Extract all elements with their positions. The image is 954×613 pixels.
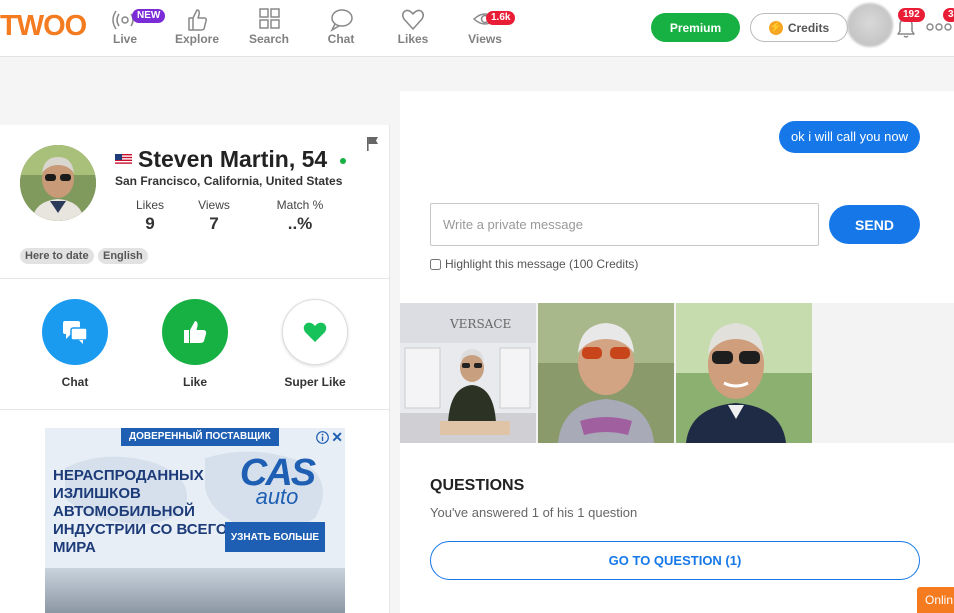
online-status-dot bbox=[340, 158, 346, 164]
nav-chat[interactable]: Chat bbox=[309, 6, 373, 52]
profile-photo-1[interactable]: VERSACE bbox=[400, 303, 536, 443]
stat-likes: Likes 9 bbox=[130, 198, 170, 234]
profile-location: San Francisco, California, United States bbox=[115, 174, 343, 188]
photo-strip: VERSACE bbox=[400, 303, 954, 443]
chat-icon bbox=[63, 321, 88, 344]
nav-views[interactable]: Views 1.6k bbox=[453, 6, 517, 52]
credits-button[interactable]: ⚡ Credits bbox=[750, 13, 848, 42]
nav-search-label: Search bbox=[248, 32, 290, 46]
new-badge: NEW bbox=[132, 9, 166, 23]
twoo-logo[interactable]: TWOO bbox=[0, 10, 87, 42]
super-like-action-label: Super Like bbox=[284, 375, 346, 389]
lightning-coin-icon: ⚡ bbox=[768, 20, 783, 35]
photo-selfie-trees-icon bbox=[676, 303, 812, 443]
chat-action-label: Chat bbox=[61, 375, 89, 389]
ad-port-image bbox=[45, 568, 345, 613]
thumbs-up-filled-icon bbox=[184, 321, 207, 343]
nav-likes[interactable]: Likes bbox=[381, 6, 445, 52]
notifications-badge: 192 bbox=[898, 8, 925, 22]
online-chat-tab[interactable]: Onlin bbox=[917, 587, 954, 613]
nav-explore-label: Explore bbox=[174, 32, 219, 46]
tag-here-to-date: Here to date bbox=[20, 248, 94, 264]
stat-match-value: ..% bbox=[287, 214, 313, 233]
report-flag-icon[interactable] bbox=[366, 136, 380, 152]
advertisement[interactable]: ДОВЕРЕННЫЙ ПОСТАВЩИК ✕ НЕРАСПРОДАННЫХ ИЗ… bbox=[45, 428, 345, 613]
profile-photo[interactable] bbox=[20, 145, 96, 221]
send-button[interactable]: SEND bbox=[829, 205, 920, 244]
stat-match-label: Match % bbox=[276, 198, 324, 212]
highlight-message-option[interactable]: Highlight this message (100 Credits) bbox=[430, 257, 638, 271]
super-like-heart-icon bbox=[303, 322, 327, 342]
tag-language: English bbox=[98, 248, 148, 264]
highlight-label: Highlight this message (100 Credits) bbox=[445, 257, 639, 271]
heart-icon bbox=[401, 9, 425, 30]
ad-trusted-supplier-label: ДОВЕРЕННЫЙ ПОСТАВЩИК bbox=[121, 428, 279, 446]
chat-action-button[interactable]: Chat bbox=[35, 299, 115, 389]
nav-search[interactable]: Search bbox=[237, 6, 301, 52]
nav-chat-label: Chat bbox=[327, 32, 355, 46]
ad-info-icon[interactable] bbox=[316, 431, 329, 444]
divider bbox=[0, 409, 390, 410]
questions-subtitle: You've answered 1 of his 1 question bbox=[430, 505, 638, 520]
go-to-question-button[interactable]: GO TO QUESTION (1) bbox=[430, 541, 920, 580]
grid-icon bbox=[259, 8, 280, 29]
profile-name-age: Steven Martin, 54 bbox=[138, 146, 328, 172]
chat-bubble-icon bbox=[330, 9, 353, 32]
more-dots-icon[interactable] bbox=[925, 20, 954, 34]
nav-live-label: Live bbox=[112, 32, 137, 46]
ad-learn-more-button[interactable]: УЗНАТЬ БОЛЬШЕ bbox=[225, 522, 325, 552]
super-like-action-button[interactable]: Super Like bbox=[275, 299, 355, 389]
private-message-input[interactable] bbox=[430, 203, 819, 246]
photo-store-icon: VERSACE bbox=[400, 303, 536, 443]
stat-match: Match % ..% bbox=[270, 198, 330, 234]
thumbs-up-icon bbox=[188, 9, 208, 31]
divider bbox=[0, 278, 390, 279]
highlight-checkbox[interactable] bbox=[430, 258, 441, 270]
nav-live[interactable]: Live NEW bbox=[93, 6, 166, 52]
questions-title: QUESTIONS bbox=[430, 477, 525, 494]
ad-close-icon[interactable]: ✕ bbox=[331, 429, 343, 446]
cas-auto-logo: CAS auto bbox=[225, 454, 329, 510]
stat-likes-value: 9 bbox=[145, 214, 155, 233]
chat-panel: ok i will call you now SEND Highlight th… bbox=[400, 91, 954, 613]
profile-photo-3[interactable] bbox=[676, 303, 812, 443]
nav-likes-label: Likes bbox=[397, 32, 429, 46]
like-action-label: Like bbox=[182, 375, 207, 389]
stat-views-value: 7 bbox=[209, 214, 219, 233]
like-action-circle bbox=[162, 299, 228, 365]
top-navigation-bar: TWOO Live NEW Explore Search Chat Likes … bbox=[0, 0, 954, 57]
chat-action-circle bbox=[42, 299, 108, 365]
sent-message-bubble: ok i will call you now bbox=[778, 121, 920, 153]
nav-views-label: Views bbox=[468, 32, 502, 46]
premium-button[interactable]: Premium bbox=[651, 13, 740, 42]
more-badge: 3 bbox=[943, 8, 954, 22]
profile-card: Steven Martin, 54 San Francisco, Califor… bbox=[0, 125, 390, 613]
ad-headline: НЕРАСПРОДАННЫХ ИЗЛИШКОВ АВТОМОБИЛЬНОЙ ИН… bbox=[53, 467, 228, 556]
photo-selfie-sunglasses-icon bbox=[538, 303, 674, 443]
views-count-badge: 1.6k bbox=[486, 11, 516, 25]
user-avatar[interactable] bbox=[847, 3, 893, 47]
stat-views-label: Views bbox=[198, 198, 230, 212]
super-like-circle bbox=[282, 299, 348, 365]
credits-label: Credits bbox=[787, 20, 830, 35]
like-action-button[interactable]: Like bbox=[155, 299, 235, 389]
photo-sign-text: VERSACE bbox=[449, 317, 511, 331]
stat-views: Views 7 bbox=[192, 198, 236, 234]
profile-portrait-icon bbox=[20, 145, 96, 221]
us-flag-icon bbox=[115, 154, 132, 165]
nav-explore[interactable]: Explore bbox=[165, 6, 229, 52]
stat-likes-label: Likes bbox=[135, 198, 164, 212]
profile-photo-2[interactable] bbox=[538, 303, 674, 443]
